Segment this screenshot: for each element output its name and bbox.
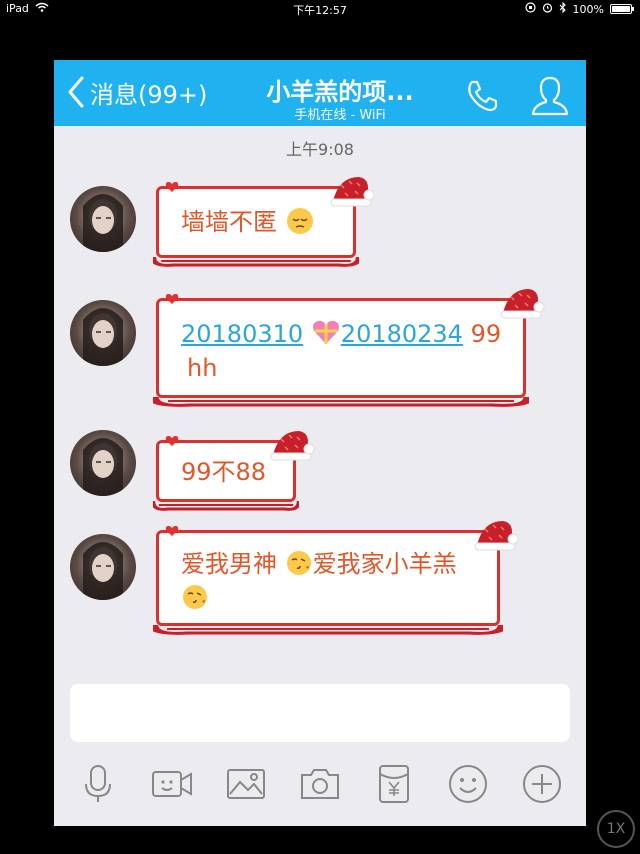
microphone-icon[interactable]	[76, 762, 120, 806]
message-text: 20180310 20180234 99 hh	[181, 317, 521, 385]
heart-icon	[165, 182, 179, 192]
heart-gift-emoji	[311, 320, 341, 348]
message-text-span: 爱我家小羊羔	[312, 550, 457, 578]
message-bubble[interactable]: 爱我男神 爱我家小羊羔	[153, 521, 519, 635]
message-text: 99不88	[181, 458, 267, 486]
battery-percent: 100%	[572, 2, 604, 16]
red-packet-icon[interactable]	[372, 762, 416, 806]
battery-icon	[610, 4, 634, 14]
emoji-icon[interactable]	[446, 762, 490, 806]
camera-icon[interactable]	[298, 762, 342, 806]
add-icon[interactable]	[520, 762, 564, 806]
chat-app: 消息(99+) 小羊羔的项... 手机在线 - WiFi 上午9:08 墙墙不匿	[54, 28, 586, 826]
message-text-span: 爱我男神	[181, 550, 277, 578]
kissing-face-emoji	[181, 584, 209, 612]
heart-icon	[165, 436, 179, 446]
avatar[interactable]	[70, 534, 136, 600]
message-text: 墙墙不匿	[181, 205, 315, 239]
message-text: 爱我男神 爱我家小羊羔	[181, 547, 501, 615]
message-bubble[interactable]: 99不88	[153, 431, 315, 511]
message-link[interactable]: 20180234	[341, 320, 463, 348]
rotation-lock-icon	[524, 2, 536, 16]
chat-subtitle: 手机在线 - WiFi	[294, 108, 386, 123]
heart-icon	[165, 294, 179, 304]
christmas-hat-icon	[500, 289, 545, 319]
kissing-face-emoji	[285, 550, 313, 578]
message-row: 99不88	[70, 430, 370, 520]
nav-bar: 消息(99+) 小羊羔的项... 手机在线 - WiFi	[54, 60, 586, 126]
bubble-scroll-foot	[153, 256, 359, 267]
bluetooth-icon	[559, 1, 567, 16]
video-call-icon[interactable]	[150, 762, 194, 806]
message-bubble[interactable]: 20180310 20180234 99 hh	[153, 289, 545, 407]
message-text-span: 99	[470, 320, 502, 348]
status-bar: iPad 下午12:57 100%	[0, 0, 640, 18]
alarm-icon	[542, 2, 553, 16]
message-text-span: 墙墙不匿	[181, 208, 277, 236]
chat-title: 小羊羔的项...	[266, 78, 414, 106]
input-toolbar	[54, 754, 586, 814]
avatar[interactable]	[70, 430, 136, 496]
message-link[interactable]: 20180310	[181, 320, 303, 348]
image-icon[interactable]	[224, 762, 268, 806]
message-input[interactable]	[70, 684, 570, 742]
pensive-face-emoji	[285, 208, 315, 236]
message-timestamp: 上午9:08	[286, 140, 354, 159]
app-top-strip	[54, 28, 586, 60]
message-text-span: hh	[187, 354, 218, 382]
message-row: 爱我男神 爱我家小羊羔	[70, 521, 530, 648]
message-row: 20180310 20180234 99 hh	[70, 289, 550, 418]
message-bubble[interactable]: 墙墙不匿	[153, 177, 375, 267]
zoom-button[interactable]: 1X	[597, 810, 635, 848]
bubble-scroll-foot	[153, 396, 529, 407]
contact-icon[interactable]	[530, 74, 570, 116]
avatar[interactable]	[70, 300, 136, 366]
bubble-scroll-foot	[153, 624, 503, 635]
message-row: 墙墙不匿	[70, 177, 470, 276]
avatar[interactable]	[70, 186, 136, 252]
christmas-hat-icon	[270, 431, 315, 461]
bubble-scroll-foot	[153, 500, 299, 511]
heart-icon	[165, 526, 179, 536]
phone-icon[interactable]	[464, 78, 500, 114]
christmas-hat-icon	[474, 521, 519, 551]
battery-level	[612, 6, 630, 12]
christmas-hat-icon	[330, 177, 375, 207]
